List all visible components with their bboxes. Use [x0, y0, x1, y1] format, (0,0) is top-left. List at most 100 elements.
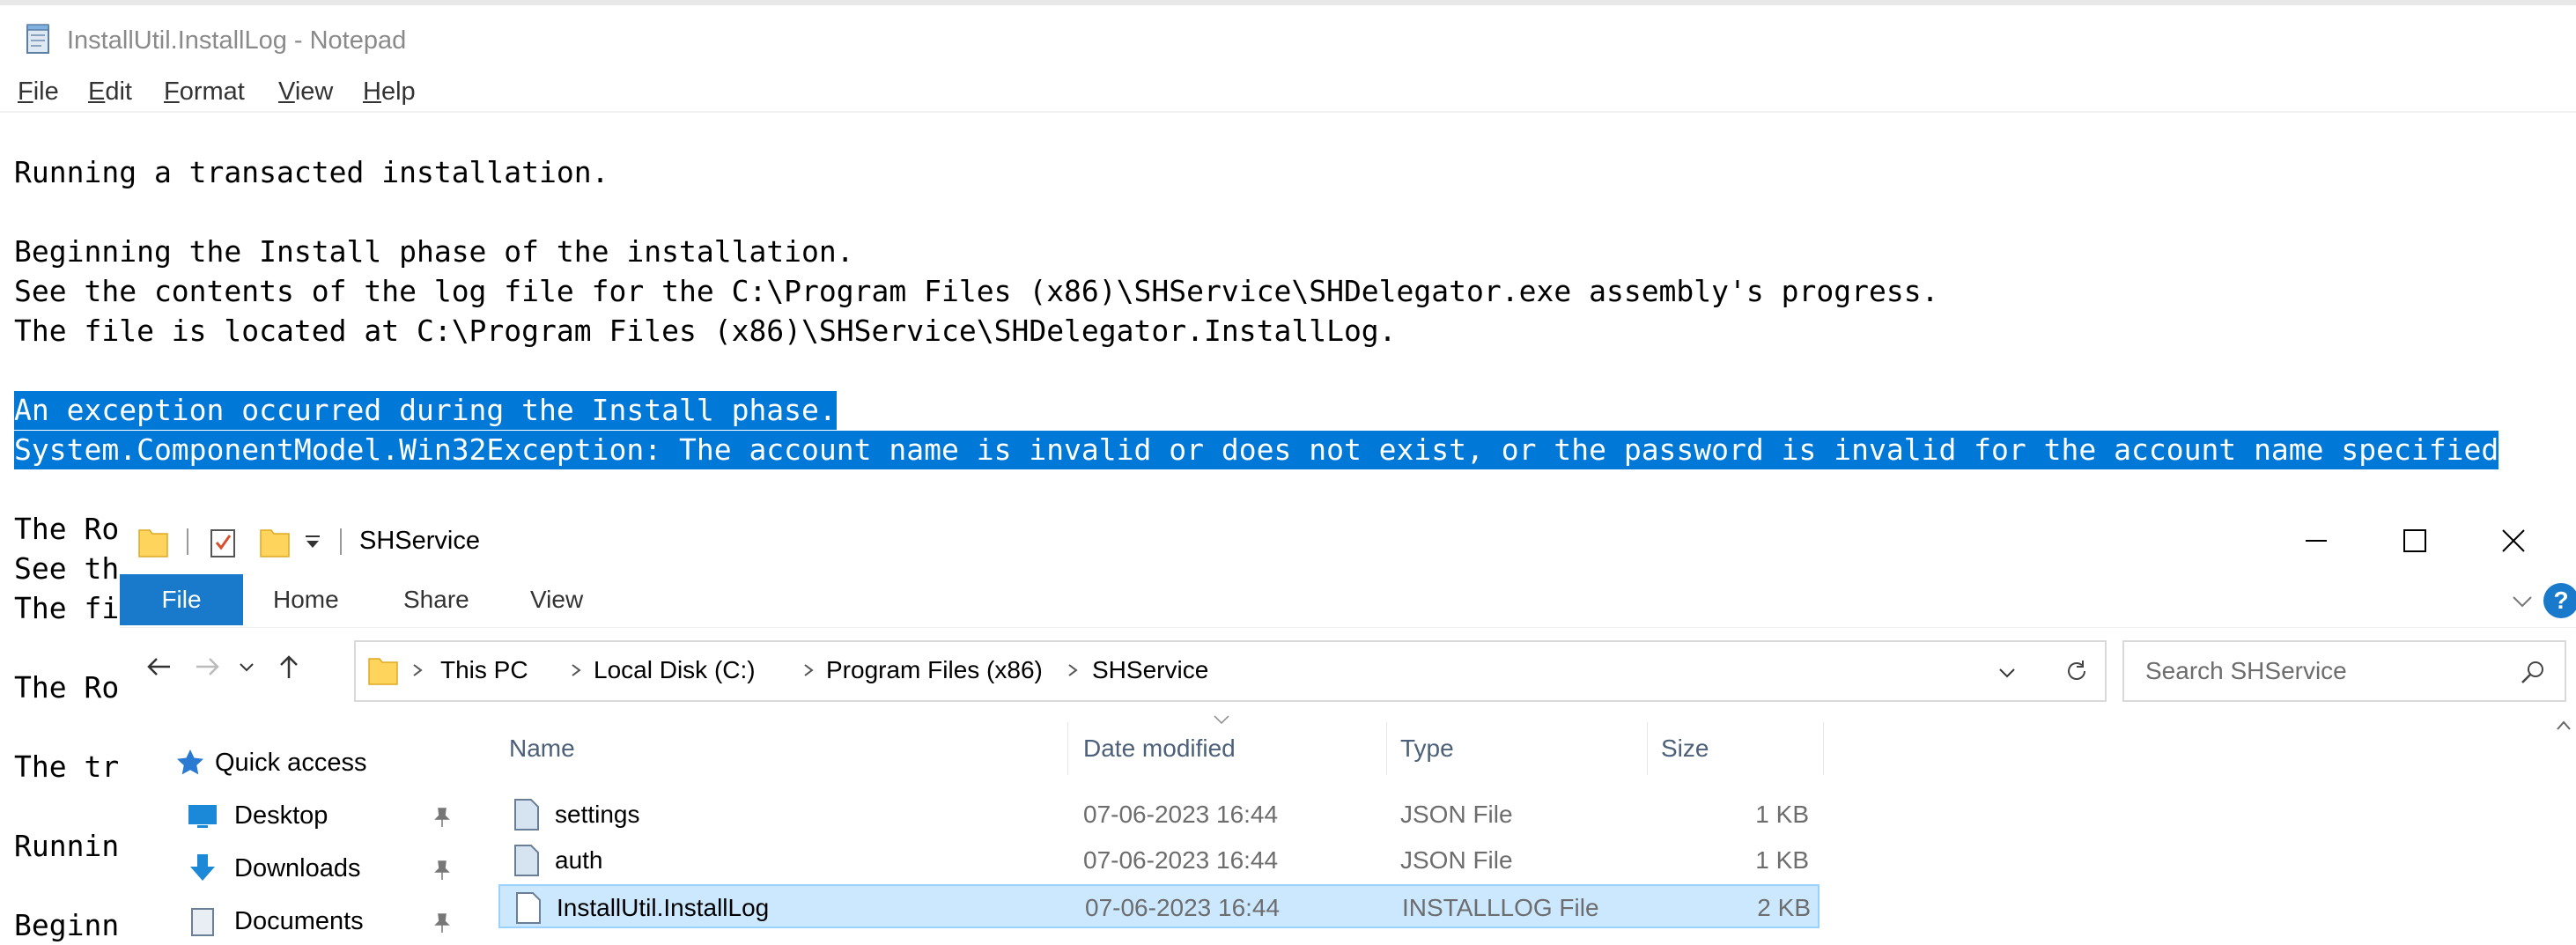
maximize-button[interactable] [2366, 509, 2464, 572]
column-header-size[interactable]: Size [1661, 726, 1709, 772]
nav-label: Desktop [234, 801, 328, 830]
search-input[interactable] [2124, 642, 2515, 700]
navigation-pane: Quick access Desktop Downloads Documents [120, 712, 472, 938]
arrow-left-icon [147, 658, 170, 676]
menu-edit[interactable]: Edit [88, 76, 132, 107]
column-divider[interactable] [1067, 722, 1068, 775]
menu-file[interactable]: File [18, 76, 59, 107]
file-date-modified: 07-06-2023 16:44 [1083, 801, 1279, 828]
file-date-modified: 07-06-2023 16:44 [1083, 846, 1279, 874]
file-name: settings [555, 801, 640, 828]
chevron-right-icon[interactable] [800, 656, 817, 684]
menu-view[interactable]: View [278, 76, 333, 107]
nav-item-documents[interactable]: Documents [187, 900, 469, 942]
search-box [2122, 640, 2566, 702]
text-line: System.ComponentModel.Win32Exception: Th… [14, 431, 2499, 469]
text-line: The Ro [14, 512, 120, 546]
text-line: See the contents of the log file for the… [14, 274, 1939, 308]
sort-caret-icon [1214, 715, 1229, 725]
ribbon-tab-home[interactable]: Home [273, 574, 339, 625]
chevron-right-icon[interactable] [567, 656, 585, 684]
column-header-name[interactable]: Name [509, 726, 575, 772]
back-button[interactable] [139, 647, 178, 686]
toolbar-divider [340, 528, 342, 555]
ribbon-tab-view[interactable]: View [530, 574, 583, 625]
text-line: The Ro [14, 670, 120, 705]
file-explorer-window: SHService File Home Share View ? This PC… [120, 509, 2576, 938]
recent-locations-button[interactable] [227, 647, 266, 686]
explorer-titlebar[interactable]: SHService [120, 509, 2576, 572]
text-line: Runnin [14, 829, 120, 863]
arrow-up-icon [280, 655, 298, 678]
json-file-icon [514, 845, 539, 876]
file-list: Name Date modified Type Size settings 07-… [498, 712, 2576, 938]
menu-format[interactable]: Format [164, 76, 245, 107]
text-line: An exception occurred during the Install… [14, 391, 837, 430]
menu-help[interactable]: Help [363, 76, 416, 107]
nav-label: Quick access [215, 749, 367, 777]
nav-item-desktop[interactable]: Desktop [187, 794, 469, 837]
refresh-icon [2068, 661, 2085, 680]
folder-icon [368, 658, 398, 685]
file-name: InstallUtil.InstallLog [557, 894, 770, 921]
chevron-down-icon [240, 663, 254, 672]
text-line: Beginning the Install phase of the insta… [14, 234, 854, 269]
window-title: SHService [359, 527, 480, 555]
close-button[interactable] [2464, 509, 2563, 572]
up-button[interactable] [269, 647, 308, 686]
ribbon-tab-file[interactable]: File [120, 574, 243, 625]
file-row[interactable]: auth 07-06-2023 16:44 JSON File 1 KB [498, 838, 1819, 882]
breadcrumb-local-disk[interactable]: Local Disk (C:) [594, 654, 756, 686]
vertical-scrollbar[interactable] [2551, 712, 2576, 938]
help-button[interactable]: ? [2543, 583, 2576, 618]
forward-button[interactable] [188, 647, 227, 686]
chevron-down-icon[interactable] [2508, 587, 2536, 615]
breadcrumb-this-pc[interactable]: This PC [440, 654, 528, 686]
file-row[interactable]: settings 07-06-2023 16:44 JSON File 1 KB [498, 793, 1819, 837]
minimize-button[interactable] [2267, 509, 2366, 572]
file-size: 1 KB [1755, 846, 1809, 874]
customize-toolbar-icon[interactable] [303, 532, 322, 551]
pin-icon[interactable] [430, 805, 454, 830]
column-header-type[interactable]: Type [1400, 726, 1454, 772]
pin-icon[interactable] [430, 858, 454, 882]
chevron-down-icon[interactable] [1994, 660, 2020, 686]
maximize-icon [2403, 529, 2426, 552]
ribbon-bar [120, 572, 2576, 627]
text-line: See th [14, 551, 120, 586]
chevron-right-icon[interactable] [1064, 656, 1081, 684]
address-bar[interactable]: This PC Local Disk (C:) Program Files (x… [354, 640, 2052, 702]
documents-icon [191, 908, 214, 936]
new-folder-icon[interactable] [259, 525, 291, 558]
search-icon[interactable] [2519, 658, 2547, 686]
chevron-right-icon[interactable] [409, 656, 426, 684]
nav-label: Downloads [234, 854, 361, 882]
breadcrumb-shservice[interactable]: SHService [1092, 654, 1208, 686]
file-row[interactable]: InstallUtil.InstallLog 07-06-2023 16:44 IN… [498, 884, 1819, 928]
folder-icon[interactable] [137, 525, 169, 558]
desktop-icon [188, 805, 217, 828]
file-type: JSON File [1400, 846, 1513, 874]
nav-item-downloads[interactable]: Downloads [187, 847, 469, 890]
text-line: The tr [14, 749, 120, 784]
text-line: The fi [14, 591, 120, 625]
properties-icon[interactable] [208, 525, 240, 558]
notepad-icon [26, 24, 49, 54]
file-size: 2 KB [1757, 894, 1811, 921]
breadcrumb-program-files[interactable]: Program Files (x86) [826, 654, 1043, 686]
nav-item-quick-access[interactable]: Quick access [174, 742, 465, 784]
minimize-icon [2306, 540, 2327, 542]
navigation-bar: This PC Local Disk (C:) Program Files (x… [120, 627, 2576, 712]
column-divider[interactable] [1647, 722, 1648, 775]
notepad-titlebar[interactable]: InstallUtil.InstallLog - Notepad [0, 5, 2576, 72]
column-header-date-modified[interactable]: Date modified [1083, 726, 1236, 772]
refresh-button[interactable] [2048, 640, 2107, 702]
close-icon [2502, 529, 2525, 552]
pin-icon[interactable] [430, 911, 454, 935]
arrow-right-icon [196, 658, 219, 676]
text-line: Running a transacted installation. [14, 155, 609, 189]
ribbon-tab-share[interactable]: Share [403, 574, 469, 625]
column-divider[interactable] [1823, 722, 1824, 775]
window-title: InstallUtil.InstallLog - Notepad [67, 26, 407, 55]
column-divider[interactable] [1386, 722, 1387, 775]
